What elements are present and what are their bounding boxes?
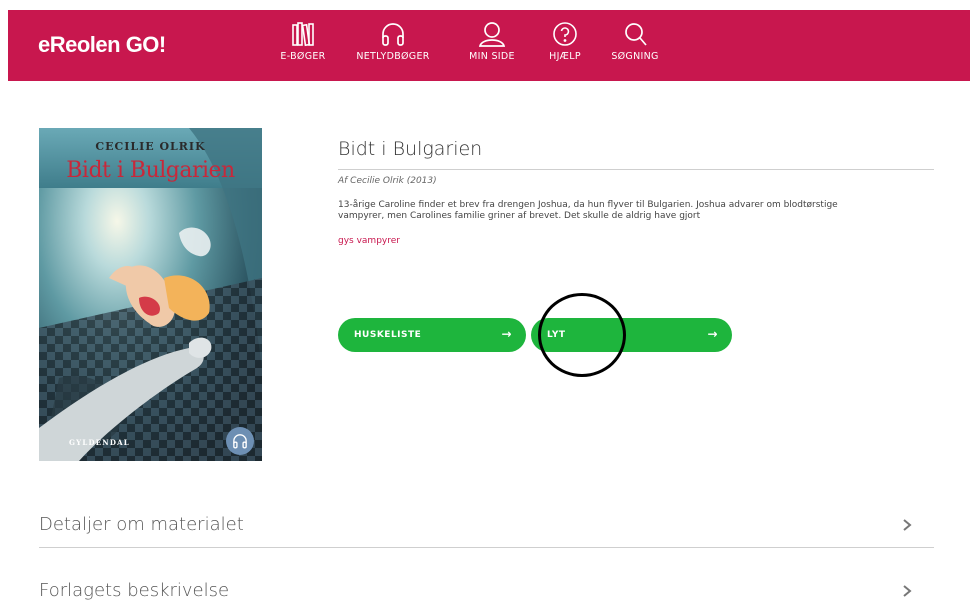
audiobook-badge (226, 427, 254, 455)
search-icon (625, 23, 647, 46)
nav-label: SØGNING (611, 51, 659, 62)
headphones-icon (382, 23, 404, 46)
wishlist-label: HUSKELISTE (354, 330, 422, 340)
nav-item-sogning[interactable]: SØGNING (605, 10, 665, 81)
divider (39, 547, 934, 548)
nav-label: MIN SIDE (469, 51, 515, 62)
book-tags[interactable]: gys vampyrer (338, 236, 934, 246)
listen-button[interactable]: LYT → (531, 318, 732, 352)
cover-author: CECILIE OLRIK (95, 140, 206, 153)
chevron-right-icon (903, 585, 912, 597)
top-navigation-bar: eReolen GO! E-BØGER NETLYDBØGER MIN SIDE (8, 10, 970, 81)
listen-label: LYT (547, 330, 566, 340)
headphones-icon (233, 434, 247, 449)
book-description: 13-årige Caroline finder et brev fra dre… (338, 200, 838, 221)
nav-label: HJÆLP (549, 51, 581, 62)
book-cover[interactable]: CECILIE OLRIK Bidt i Bulgarien GYLDENDAL (39, 128, 262, 461)
arrow-right-icon: → (501, 327, 512, 341)
chevron-right-icon (903, 519, 912, 531)
nav-item-hjaelp[interactable]: HJÆLP (545, 10, 585, 81)
nav-item-e-boger[interactable]: E-BØGER (278, 10, 328, 81)
cover-title: Bidt i Bulgarien (66, 158, 235, 183)
help-icon (553, 22, 577, 46)
book-title: Bidt i Bulgarien (338, 128, 934, 170)
wishlist-button[interactable]: HUSKELISTE → (338, 318, 526, 352)
nav-label: E-BØGER (280, 51, 326, 62)
book-info: Bidt i Bulgarien Af Cecilie Olrik (2013)… (338, 128, 934, 246)
section-title: Detaljer om materialet (39, 514, 244, 535)
arrow-right-icon: → (707, 327, 718, 341)
section-publisher-description[interactable]: Forlagets beskrivelse (39, 574, 934, 614)
section-title: Forlagets beskrivelse (39, 580, 230, 601)
books-icon (292, 22, 314, 47)
site-logo[interactable]: eReolen GO! (38, 32, 166, 58)
book-byline[interactable]: Af Cecilie Olrik (2013) (338, 176, 934, 186)
cover-publisher: GYLDENDAL (69, 438, 130, 447)
user-icon (478, 22, 506, 47)
section-details[interactable]: Detaljer om materialet (39, 508, 934, 548)
nav-item-min-side[interactable]: MIN SIDE (464, 10, 520, 81)
nav-label: NETLYDBØGER (356, 51, 430, 62)
nav-item-netlydboger[interactable]: NETLYDBØGER (350, 10, 436, 81)
